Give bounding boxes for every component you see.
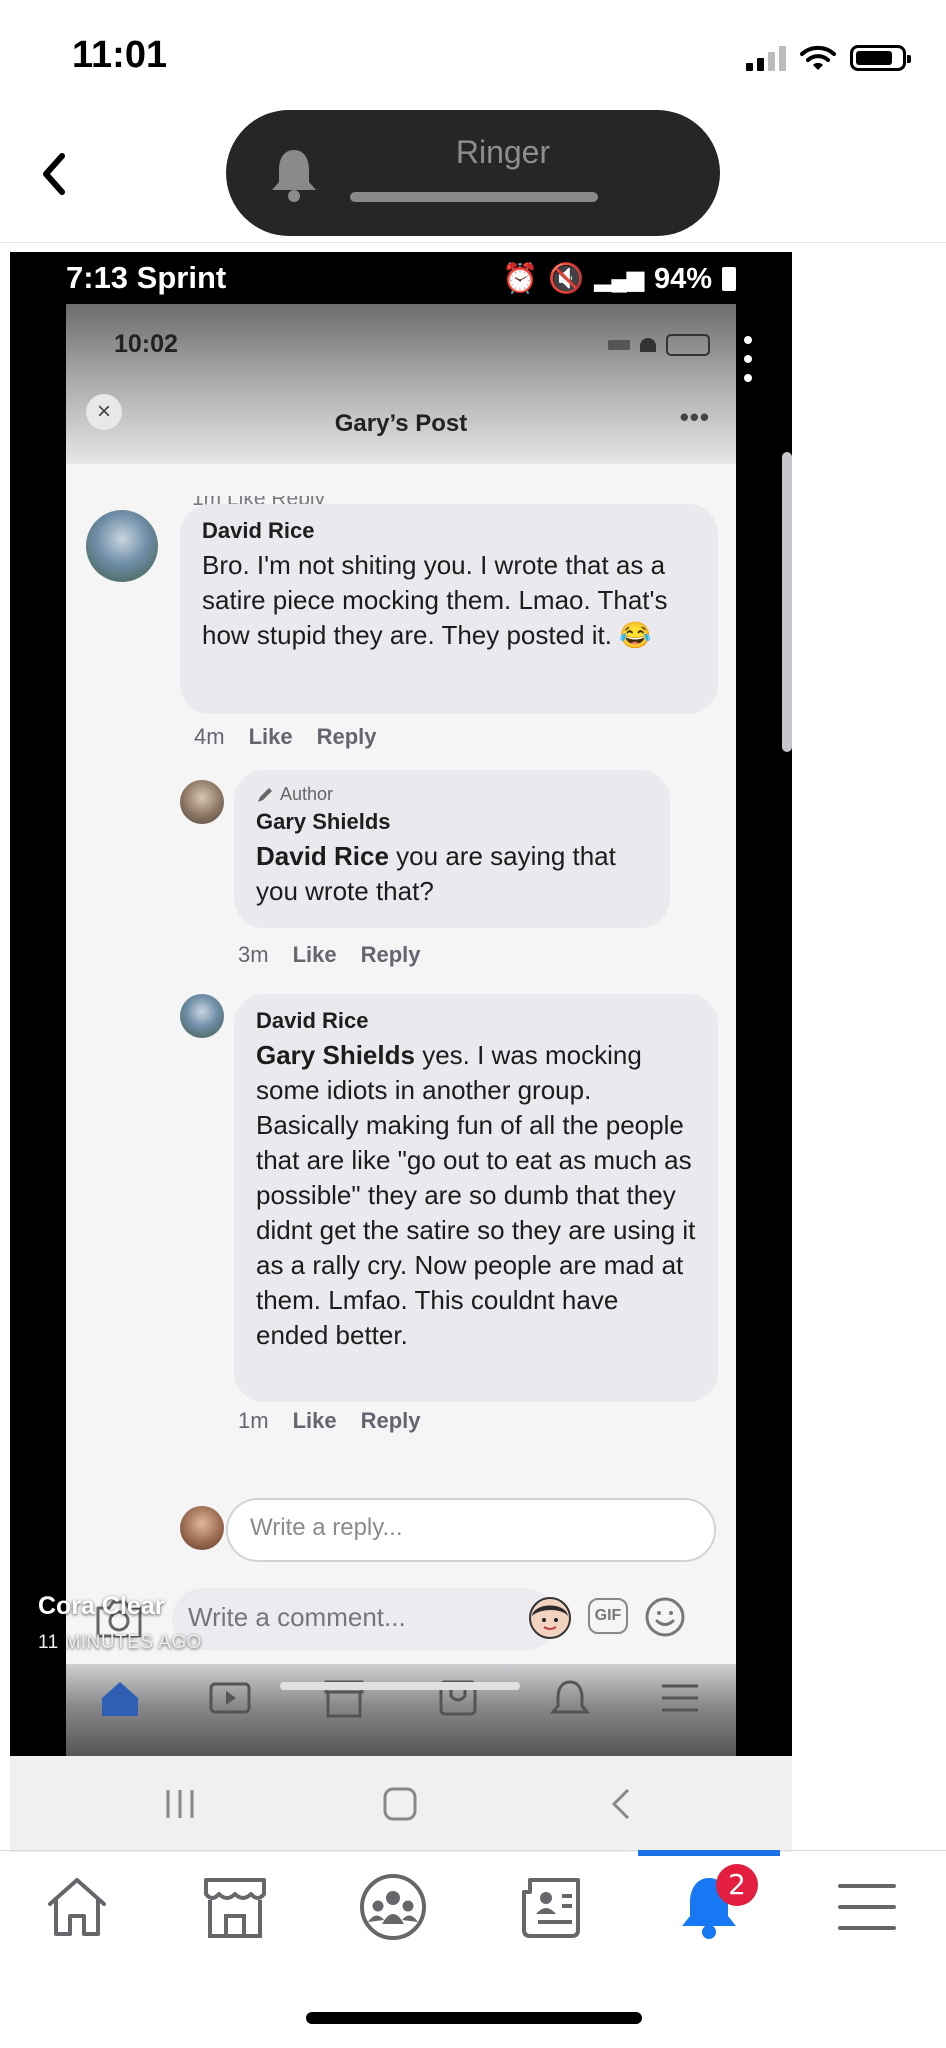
notifications-icon[interactable] <box>548 1678 592 1718</box>
battery-percent: 94% <box>653 262 712 295</box>
divider <box>0 242 946 243</box>
mention-link[interactable]: David Rice <box>256 841 389 871</box>
reply-button[interactable]: Reply <box>361 942 421 968</box>
avatar[interactable] <box>180 780 224 824</box>
comment-meta: 3m Like Reply <box>238 942 421 968</box>
home-tab-icon[interactable] <box>42 1872 112 1942</box>
comment-author[interactable]: Gary Shields <box>256 809 648 835</box>
alarm-icon: ⏰ <box>502 263 539 295</box>
menu-icon[interactable] <box>658 1678 702 1718</box>
facebook-post-screen: 10:02 × Gary’s Post ••• 1m Like Reply Da… <box>66 304 736 1756</box>
comment-meta: 4m Like Reply <box>194 724 377 750</box>
groups-tab-icon[interactable] <box>358 1872 428 1942</box>
wifi-icon <box>800 45 836 70</box>
volume-slider <box>350 192 598 202</box>
battery-icon <box>722 267 736 291</box>
like-button[interactable]: Like <box>293 942 337 968</box>
ringer-hud: Ringer <box>226 110 720 236</box>
mention-link[interactable]: Gary Shields <box>256 1040 415 1070</box>
gif-button[interactable]: GIF <box>588 1598 628 1634</box>
comment-bubble: Author Gary Shields David Rice you are s… <box>234 770 670 928</box>
pencil-icon <box>258 787 272 802</box>
avatar[interactable] <box>86 510 158 582</box>
battery-icon <box>850 45 911 71</box>
comment-text: Gary Shields yes. I was mocking some idi… <box>256 1040 696 1350</box>
inner-nav-bar <box>66 1664 736 1756</box>
recent-apps-icon <box>166 1790 194 1818</box>
comment-author[interactable]: David Rice <box>256 1008 696 1034</box>
back-chevron-icon[interactable] <box>28 146 84 202</box>
watch-icon[interactable] <box>208 1678 252 1718</box>
android-status-time: 7:13 Sprint <box>66 260 227 295</box>
mute-icon: 🔇 <box>548 263 585 295</box>
inner-status-icons <box>608 334 710 356</box>
like-button[interactable]: Like <box>249 724 293 750</box>
android-status-icons: ⏰ 🔇 ▂▄▆ 94% <box>502 262 736 296</box>
like-button[interactable]: Like <box>293 1408 337 1434</box>
comment-author[interactable]: David Rice <box>202 518 696 544</box>
marketplace-tab-icon[interactable] <box>200 1872 270 1942</box>
reply-button[interactable]: Reply <box>361 1408 421 1434</box>
comment-input[interactable]: Write a comment... <box>172 1588 556 1650</box>
reply-input[interactable]: Write a reply... <box>226 1498 716 1562</box>
notification-count-badge: 2 <box>716 1864 758 1906</box>
home-icon[interactable] <box>98 1678 142 1718</box>
ios-home-indicator <box>306 2012 642 2024</box>
comment-text: David Rice you are saying that you wrote… <box>256 841 616 906</box>
menu-tab-icon[interactable] <box>832 1872 902 1942</box>
comment-time: 3m <box>238 942 269 967</box>
status-icons <box>746 40 911 76</box>
android-back-icon <box>611 1788 630 1820</box>
post-title: Gary’s Post <box>334 410 468 437</box>
comment-bubble: David Rice Bro. I'm not shiting you. I w… <box>180 504 718 714</box>
comment-time: 4m <box>194 724 225 749</box>
ringer-label: Ringer <box>455 134 551 170</box>
scrollbar[interactable] <box>782 452 792 752</box>
comment-text: Bro. I'm not shiting you. I wrote that a… <box>202 550 668 650</box>
author-badge: Author <box>256 784 648 805</box>
inner-header <box>66 304 736 464</box>
signal-icon: ▂▄▆ <box>594 266 644 291</box>
more-options-button[interactable]: ••• <box>680 402 710 433</box>
avatar[interactable] <box>180 994 224 1038</box>
shared-screenshot: 7:13 Sprint ⏰ 🔇 ▂▄▆ 94% 10:02 × Gary’s P… <box>10 252 792 1756</box>
android-nav-bar <box>10 1756 792 1852</box>
laughing-emoji-icon: 😂 <box>619 620 652 650</box>
comment-time: 1m <box>238 1408 269 1433</box>
inner-status-time: 10:02 <box>114 330 178 358</box>
comment-meta: 1m Like Reply <box>238 1408 421 1434</box>
inner-home-indicator <box>280 1682 520 1690</box>
story-author-name: Cora Clear <box>38 1592 165 1620</box>
android-home-icon <box>383 1787 417 1821</box>
avatar <box>180 1506 224 1550</box>
more-vertical-icon[interactable] <box>744 336 752 382</box>
news-feed-tab-icon[interactable] <box>516 1872 586 1942</box>
status-time: 11:01 <box>72 34 168 76</box>
comment-bubble: David Rice Gary Shields yes. I was mocki… <box>234 994 718 1402</box>
cellular-signal-icon <box>746 45 786 71</box>
reply-button[interactable]: Reply <box>317 724 377 750</box>
avatar-sticker-icon[interactable] <box>528 1596 572 1640</box>
story-timestamp: 11 MINUTES AGO <box>38 1632 202 1653</box>
tab-bar-divider <box>0 1850 946 1851</box>
emoji-icon[interactable] <box>644 1596 686 1638</box>
active-tab-indicator <box>638 1850 780 1856</box>
